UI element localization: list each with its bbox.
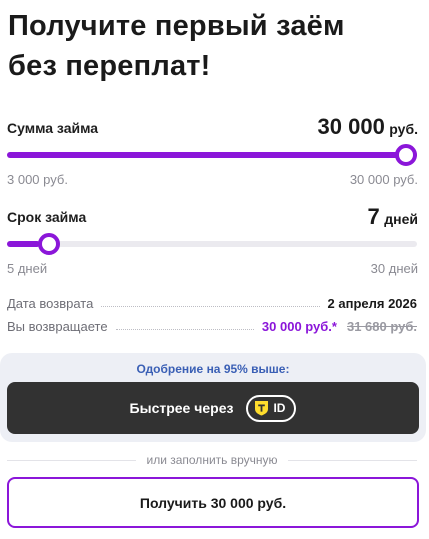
t-id-badge-text: ID [273,401,286,415]
loan-amount-slider-thumb[interactable] [395,144,417,166]
return-date-leader [101,305,320,307]
loan-amount-number: 30 000 [317,114,385,139]
loan-term-value: 7 дней [368,204,418,230]
return-date-row: Дата возврата 2 апреля 2026 [7,294,417,312]
loan-term-slider-fill [7,241,40,247]
return-date-label: Дата возврата [7,295,94,311]
loan-term-min: 5 дней [7,261,48,276]
loan-term-label: Срок займа [7,209,87,225]
promo-text: Одобрение на 95% выше: [136,362,290,376]
loan-amount-slider-fill [7,152,417,158]
return-date-value: 2 апреля 2026 [327,295,417,311]
fast-login-label: Быстрее через [129,400,234,416]
or-divider-text: или заполнить вручную [146,453,278,467]
or-divider-line-left [7,459,137,461]
get-loan-button[interactable]: Получить 30 000 руб. [7,477,419,528]
loan-term-slider[interactable] [7,233,417,255]
fast-login-button[interactable]: Быстрее через ID [7,382,419,434]
loan-amount-unit: руб. [389,121,418,137]
page-title-line-1: Получите первый заём [8,10,345,42]
loan-term-max: 30 дней [370,261,418,276]
loan-term-number: 7 [367,204,380,229]
repay-label: Вы возвращаете [7,318,108,334]
loan-amount-slider[interactable] [7,144,417,166]
loan-amount-min: 3 000 руб. [7,172,68,187]
repay-row: Вы возвращаете 30 000 руб.* 31 680 руб. [7,317,417,335]
loan-term-slider-thumb[interactable] [38,233,61,255]
loan-amount-max: 30 000 руб. [349,172,418,187]
repay-old-value: 31 680 руб. [346,318,417,334]
repay-leader [115,328,254,330]
page-title-line-2: без переплат! [8,50,211,82]
promo-block: Одобрение на 95% выше: Быстрее через ID [0,353,426,442]
loan-amount-label: Сумма займа [7,120,99,136]
t-id-badge: ID [246,394,297,422]
loan-amount-value: 30 000 руб. [318,114,418,140]
or-divider-line-right [287,459,418,461]
page-title: Получите первый заём без переплат! [8,6,423,86]
repay-value: 30 000 руб.* [261,318,337,334]
t-shield-icon [255,401,269,416]
loan-term-unit: дней [384,211,418,227]
or-divider: или заполнить вручную [7,452,418,468]
